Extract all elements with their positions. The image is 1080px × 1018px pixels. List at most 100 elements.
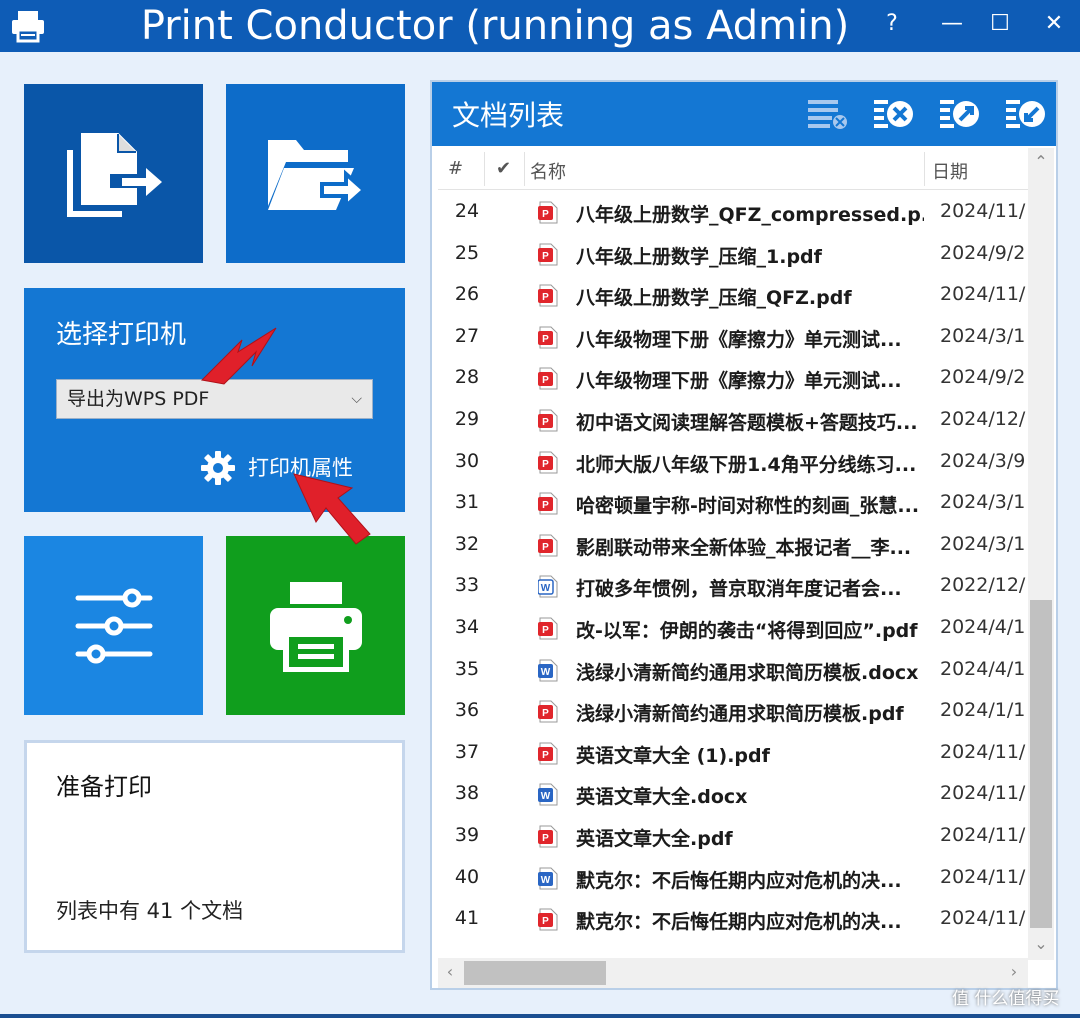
file-name: 浅绿小清新简约通用求职简历模板.docx bbox=[576, 661, 919, 684]
close-button[interactable]: ✕ bbox=[1034, 6, 1074, 42]
file-name: 哈密顿量宇称-时间对称性的刻画_张慧... bbox=[576, 495, 920, 518]
file-date: 2024/11/ bbox=[940, 283, 1026, 306]
scroll-up-icon[interactable]: ⌃ bbox=[1028, 152, 1054, 171]
row-number: 39 bbox=[454, 824, 480, 846]
document-list-header: 文档列表 bbox=[432, 82, 1056, 146]
svg-text:W: W bbox=[541, 791, 551, 802]
clear-list-icon[interactable] bbox=[806, 96, 850, 132]
pdf-file-icon: P bbox=[538, 908, 558, 931]
document-count: 列表中有 41 个文档 bbox=[56, 899, 244, 923]
file-date: 2024/3/1 bbox=[940, 491, 1026, 514]
svg-text:P: P bbox=[542, 916, 549, 927]
file-date: 2024/11/ bbox=[940, 824, 1026, 846]
annotation-arrow-icon bbox=[200, 327, 277, 385]
file-name: 影剧联动带来全新体验_本报记者__李... bbox=[576, 536, 912, 559]
column-date[interactable]: 日期 bbox=[932, 158, 968, 184]
pdf-file-icon: P bbox=[538, 534, 558, 557]
file-date: 2024/11/ bbox=[940, 782, 1026, 805]
remove-selected-icon[interactable] bbox=[872, 96, 916, 132]
horizontal-scroll-thumb[interactable] bbox=[464, 961, 606, 985]
table-row[interactable]: 32 P 影剧联动带来全新体验_本报记者__李... 2024/3/1 bbox=[438, 525, 1028, 567]
file-name: 改-以军：伊朗的袭击“将得到回应”.pdf bbox=[576, 620, 918, 642]
svg-text:P: P bbox=[542, 251, 549, 262]
pdf-file-icon: P bbox=[538, 825, 558, 848]
scroll-down-icon[interactable]: ⌄ bbox=[1028, 934, 1054, 953]
row-number: 29 bbox=[454, 408, 480, 430]
file-date: 2024/11/ bbox=[940, 740, 1026, 763]
table-row[interactable]: 36 P 浅绿小清新简约通用求职简历模板.pdf 2024/1/1 bbox=[438, 691, 1028, 733]
pdf-file-icon: P bbox=[538, 367, 558, 390]
document-list-title: 文档列表 bbox=[452, 99, 565, 132]
file-name: 八年级物理下册《摩擦力》单元测试... bbox=[576, 370, 902, 393]
row-number: 34 bbox=[454, 616, 480, 638]
table-row[interactable]: 30 P 北师大版八年级下册1.4角平分线练习... 2024/3/9 bbox=[438, 442, 1028, 484]
svg-text:P: P bbox=[542, 542, 549, 553]
table-row[interactable]: 33 W 打破多年惯例，普京取消年度记者会... 2022/12/ bbox=[438, 566, 1028, 608]
svg-text:P: P bbox=[542, 375, 549, 386]
print-icon bbox=[270, 582, 362, 672]
table-row[interactable]: 39 P 英语文章大全.pdf 2024/11/ bbox=[438, 816, 1028, 858]
chevron-down-icon: ⌵ bbox=[351, 391, 362, 407]
file-name: 北师大版八年级下册1.4角平分线练习... bbox=[576, 453, 917, 476]
settings-button[interactable] bbox=[24, 536, 203, 715]
scroll-left-icon[interactable]: ‹ bbox=[442, 962, 458, 981]
status-title: 准备打印 bbox=[56, 773, 152, 801]
row-number: 36 bbox=[454, 699, 480, 722]
column-num[interactable]: # bbox=[448, 158, 463, 179]
row-number: 35 bbox=[454, 657, 480, 680]
add-folder-button[interactable] bbox=[226, 84, 405, 263]
file-name: 八年级上册数学_QFZ_compressed.p... bbox=[576, 204, 924, 226]
document-rows: 24 P 八年级上册数学_QFZ_compressed.p... 2024/11/25… bbox=[438, 192, 1028, 962]
table-row[interactable]: 40 W 默克尔：不后悔任期内应对危机的决... 2024/11/ bbox=[438, 858, 1028, 900]
table-row[interactable]: 41 P 默克尔：不后悔任期内应对危机的决... 2024/11/ bbox=[438, 899, 1028, 941]
horizontal-scrollbar[interactable]: ‹ › bbox=[438, 958, 1028, 988]
file-name: 八年级上册数学_压缩_QFZ.pdf bbox=[576, 287, 852, 310]
table-row[interactable]: 31 P 哈密顿量宇称-时间对称性的刻画_张慧... 2024/3/1 bbox=[438, 483, 1028, 525]
maximize-button[interactable]: ☐ bbox=[980, 6, 1020, 42]
svg-text:P: P bbox=[542, 334, 549, 345]
help-button[interactable]: ? bbox=[872, 6, 912, 42]
column-check[interactable]: ✔ bbox=[496, 158, 511, 179]
row-number: 38 bbox=[454, 782, 480, 805]
vertical-scroll-thumb[interactable] bbox=[1030, 600, 1052, 928]
table-row[interactable]: 24 P 八年级上册数学_QFZ_compressed.p... 2024/11/ bbox=[438, 192, 1028, 234]
table-row[interactable]: 27 P 八年级物理下册《摩擦力》单元测试... 2024/3/1 bbox=[438, 317, 1028, 359]
file-date: 2024/12/ bbox=[940, 408, 1026, 430]
annotation-arrow-icon bbox=[293, 473, 371, 545]
file-name: 八年级上册数学_压缩_1.pdf bbox=[576, 245, 822, 268]
column-name[interactable]: 名称 bbox=[530, 158, 566, 184]
sliders-icon bbox=[75, 588, 153, 664]
pdf-file-icon: P bbox=[538, 243, 558, 266]
file-date: 2024/11/ bbox=[940, 200, 1026, 222]
table-row[interactable]: 34 P 改-以军：伊朗的袭击“将得到回应”.pdf 2024/4/1 bbox=[438, 608, 1028, 650]
file-date: 2024/4/1 bbox=[940, 616, 1026, 638]
pdf-file-icon: P bbox=[538, 201, 558, 224]
table-row[interactable]: 29 P 初中语文阅读理解答题模板+答题技巧... 2024/12/ bbox=[438, 400, 1028, 442]
row-number: 41 bbox=[454, 907, 480, 930]
table-row[interactable]: 25 P 八年级上册数学_压缩_1.pdf 2024/9/2 bbox=[438, 234, 1028, 276]
file-date: 2024/4/1 bbox=[940, 657, 1026, 680]
table-row[interactable]: 38 W 英语文章大全.docx 2024/11/ bbox=[438, 774, 1028, 816]
svg-text:P: P bbox=[542, 417, 549, 428]
minimize-button[interactable]: — bbox=[932, 6, 972, 42]
pdf-file-icon: P bbox=[538, 284, 558, 307]
print-button[interactable] bbox=[226, 536, 405, 715]
table-row[interactable]: 37 P 英语文章大全 (1).pdf 2024/11/ bbox=[438, 733, 1028, 775]
open-selected-icon[interactable] bbox=[938, 96, 982, 132]
locate-selected-icon[interactable] bbox=[1004, 96, 1048, 132]
row-number: 26 bbox=[454, 283, 480, 306]
file-name: 英语文章大全.docx bbox=[576, 786, 748, 809]
row-number: 40 bbox=[454, 865, 480, 888]
vertical-scrollbar[interactable]: ⌃ ⌄ bbox=[1028, 148, 1054, 960]
row-number: 25 bbox=[454, 241, 480, 264]
table-row[interactable]: 28 P 八年级物理下册《摩擦力》单元测试... 2024/9/2 bbox=[438, 358, 1028, 400]
table-row[interactable]: 35 W 浅绿小清新简约通用求职简历模板.docx 2024/4/1 bbox=[438, 650, 1028, 692]
table-row[interactable]: 26 P 八年级上册数学_压缩_QFZ.pdf 2024/11/ bbox=[438, 275, 1028, 317]
word-file-icon: W bbox=[538, 659, 558, 682]
word-file-icon: W bbox=[538, 867, 558, 890]
svg-text:W: W bbox=[541, 667, 551, 678]
add-files-button[interactable] bbox=[24, 84, 203, 263]
scroll-right-icon[interactable]: › bbox=[1006, 962, 1022, 981]
gear-icon bbox=[201, 451, 235, 485]
file-date: 2024/9/2 bbox=[940, 241, 1026, 264]
